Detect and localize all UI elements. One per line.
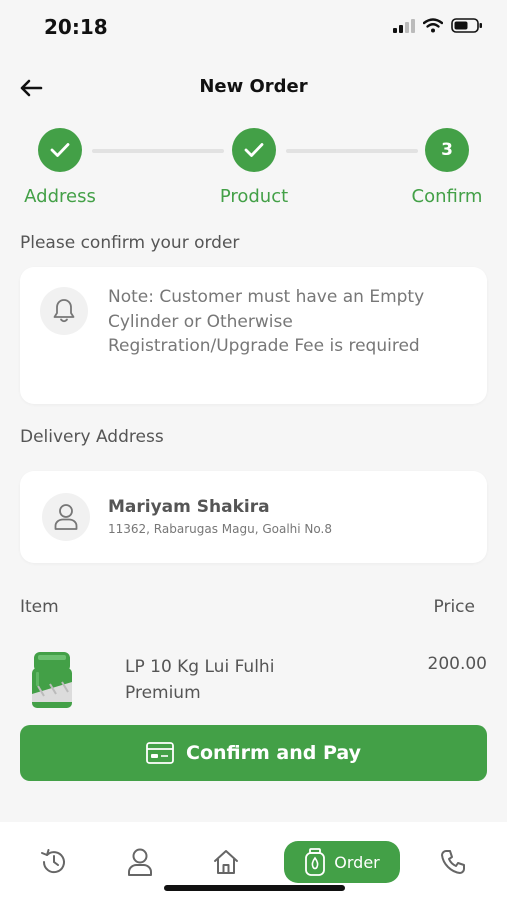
avatar — [42, 493, 90, 541]
check-icon — [244, 143, 264, 157]
tab-call[interactable] — [431, 840, 475, 884]
step-product-label: Product — [219, 186, 289, 207]
confirm-order-heading: Please confirm your order — [20, 233, 240, 253]
status-bar: 20:18 — [0, 0, 507, 56]
tab-order[interactable]: Order — [284, 841, 400, 883]
delivery-address-card[interactable]: Mariyam Shakira 11362, Rabarugas Magu, G… — [20, 471, 487, 563]
battery-icon — [451, 18, 482, 33]
table-row: LP 10 Kg Lui Fulhi Premium 200.00 — [20, 648, 487, 714]
home-indicator — [164, 885, 345, 891]
status-icons — [393, 18, 483, 33]
status-time: 20:18 — [44, 15, 108, 39]
app-header: New Order — [0, 66, 507, 110]
order-stepper: Address Product 3 Confirm — [0, 128, 507, 218]
customer-address: 11362, Rabarugas Magu, Goalhi No.8 — [108, 522, 332, 536]
credit-card-icon — [146, 742, 174, 764]
tab-order-label: Order — [334, 852, 380, 872]
item-name: LP 10 Kg Lui Fulhi Premium — [125, 657, 275, 703]
history-icon — [41, 849, 65, 874]
bottom-tab-bar: Order — [0, 822, 507, 900]
tab-profile[interactable] — [118, 840, 162, 884]
phone-icon — [441, 850, 465, 874]
gas-cylinder-image — [32, 652, 72, 708]
home-icon — [214, 850, 238, 874]
step-confirm-label: Confirm — [411, 186, 483, 207]
cellular-signal-icon — [393, 18, 415, 33]
confirm-and-pay-button[interactable]: Confirm and Pay — [20, 725, 487, 781]
price-column-header: Price — [433, 597, 475, 617]
check-icon — [50, 143, 70, 157]
tab-history[interactable] — [32, 840, 76, 884]
wifi-icon — [423, 18, 443, 33]
tab-home[interactable] — [204, 840, 248, 884]
item-price: 200.00 — [427, 654, 487, 674]
page-title: New Order — [199, 76, 308, 97]
note-card: Note: Customer must have an Empty Cylind… — [20, 267, 487, 404]
step-product[interactable]: Product — [194, 128, 314, 207]
step-address-label: Address — [24, 186, 96, 207]
confirm-and-pay-label: Confirm and Pay — [186, 742, 361, 764]
note-icon-circle — [40, 287, 88, 335]
bell-icon — [53, 299, 75, 323]
item-column-header: Item — [20, 597, 59, 617]
order-icon — [305, 848, 326, 876]
delivery-address-heading: Delivery Address — [20, 427, 164, 447]
user-icon — [54, 504, 78, 530]
step-product-circle — [232, 128, 276, 172]
customer-name: Mariyam Shakira — [108, 497, 270, 517]
step-address-circle — [38, 128, 82, 172]
note-text: Note: Customer must have an Empty Cylind… — [108, 287, 425, 356]
profile-icon — [128, 848, 152, 876]
step-confirm-circle: 3 — [425, 128, 469, 172]
step-confirm[interactable]: 3 Confirm — [387, 128, 507, 207]
step-address[interactable]: Address — [0, 128, 120, 207]
